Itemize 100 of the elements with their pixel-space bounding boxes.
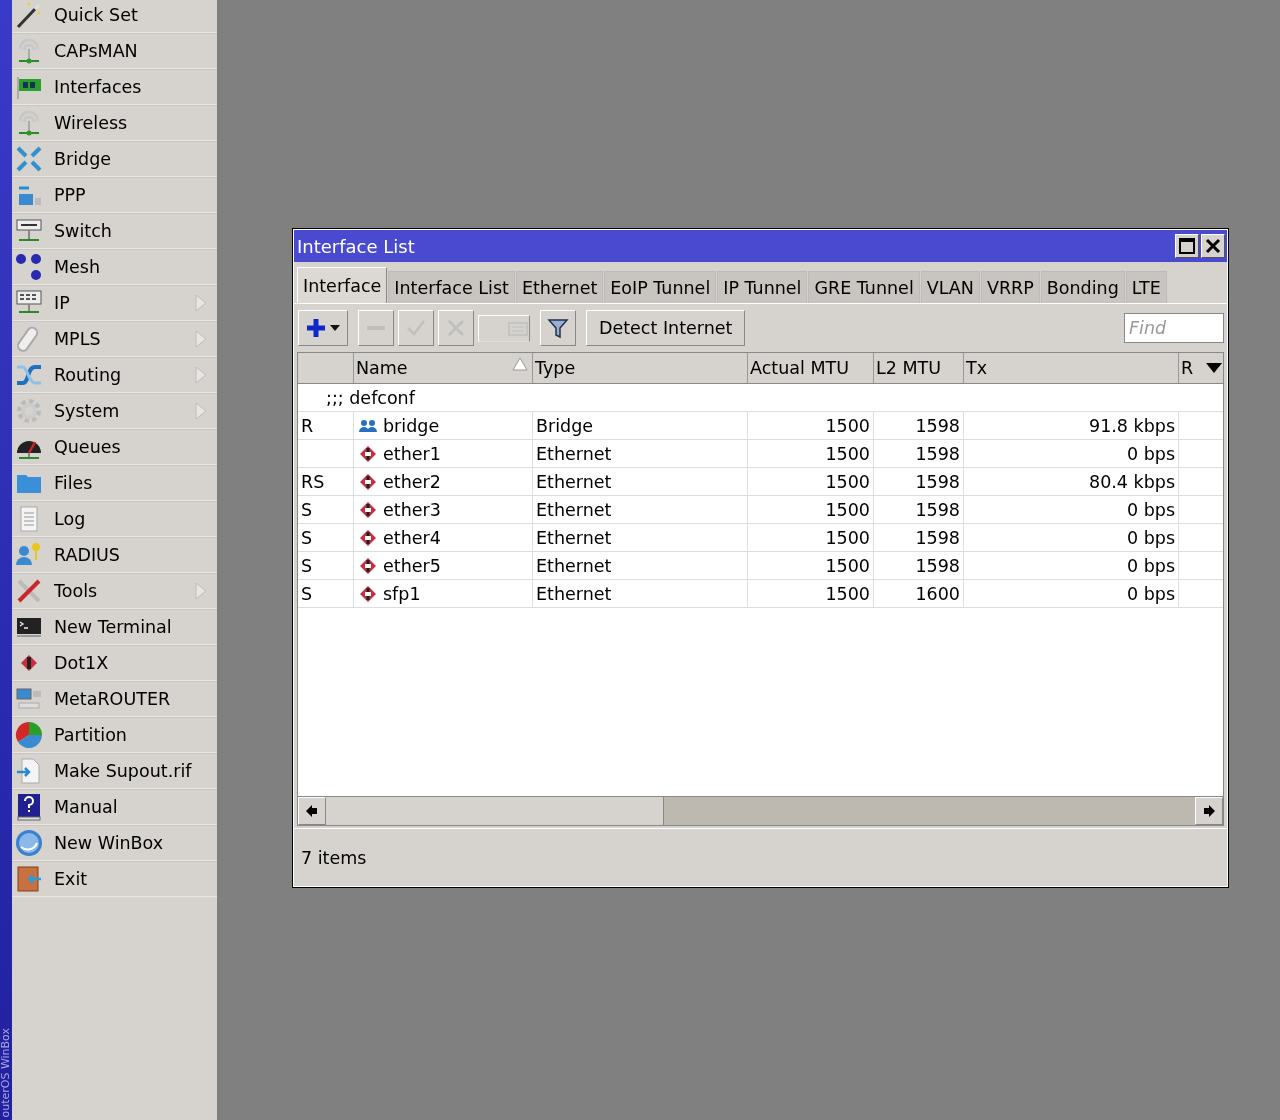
table-cell: 0 bps: [1126, 583, 1175, 604]
tab[interactable]: VRRP: [980, 271, 1040, 303]
table-cell: 1598: [915, 471, 960, 492]
plus-icon: [305, 317, 327, 339]
flag-cell: S: [301, 527, 313, 548]
menu-item[interactable]: Partition: [12, 717, 217, 753]
submenu-arrow-icon: [195, 294, 207, 312]
table-cell: bridge: [383, 415, 440, 436]
table-cell: 1500: [825, 443, 870, 464]
table-cell: 0 bps: [1126, 527, 1175, 548]
detect-internet-button[interactable]: Detect Internet: [586, 310, 746, 346]
column-header[interactable]: L2 MTU: [876, 358, 942, 378]
tab[interactable]: EoIP Tunnel: [604, 271, 717, 303]
flag-cell: S: [301, 583, 313, 604]
submenu-arrow-icon: [195, 366, 207, 384]
menu-item[interactable]: Mesh: [12, 249, 217, 285]
column-header[interactable]: R: [1181, 358, 1194, 378]
menu-item[interactable]: MetaROUTER: [12, 681, 217, 717]
menu-item[interactable]: Log: [12, 501, 217, 537]
tab[interactable]: GRE Tunnel: [808, 271, 920, 303]
menu-item[interactable]: MPLS: [12, 321, 217, 357]
menu-item[interactable]: Routing: [12, 357, 217, 393]
wand-icon: [15, 0, 43, 29]
find-field[interactable]: Find: [1124, 313, 1224, 343]
table-cell: 1500: [825, 415, 870, 436]
table-cell: 1500: [825, 583, 870, 604]
table-cell: 91.8 kbps: [1089, 415, 1175, 436]
table-cell: Ethernet: [536, 471, 612, 492]
scroll-right-button[interactable]: [1195, 797, 1223, 825]
port-icon: [359, 556, 377, 575]
exit-door-icon: [15, 864, 43, 893]
help-book-icon: [15, 792, 43, 821]
table-cell: ether1: [383, 443, 441, 464]
menu-item[interactable]: Quick Set: [12, 0, 217, 33]
comment-text: ;;; defconf: [326, 387, 415, 408]
menu-item[interactable]: Dot1X: [12, 645, 217, 681]
scroll-thumb[interactable]: [326, 797, 664, 825]
tab[interactable]: VLAN: [920, 271, 980, 303]
menu-item[interactable]: Wireless: [12, 105, 217, 141]
menu-item[interactable]: Files: [12, 465, 217, 501]
menu-item[interactable]: New WinBox: [12, 825, 217, 861]
submenu-arrow-icon: [195, 330, 207, 348]
table-cell: ether3: [383, 499, 441, 520]
dropdown-arrow-icon[interactable]: [1205, 362, 1223, 374]
column-header[interactable]: Actual MTU: [750, 358, 849, 378]
table-cell: 1598: [915, 499, 960, 520]
menu-item[interactable]: Bridge: [12, 141, 217, 177]
menu-item[interactable]: Exit: [12, 861, 217, 897]
table-cell: sfp1: [383, 583, 421, 604]
menu-item[interactable]: CAPsMAN: [12, 33, 217, 69]
column-header[interactable]: Name: [356, 358, 408, 378]
port-icon: [359, 528, 377, 547]
menu-item[interactable]: Interfaces: [12, 69, 217, 105]
sort-arrow-icon: [512, 357, 528, 371]
menu-item[interactable]: New Terminal: [12, 609, 217, 645]
tab[interactable]: Bonding: [1040, 271, 1125, 303]
menu-item[interactable]: RADIUS: [12, 537, 217, 573]
filter-icon: [547, 317, 569, 339]
maximize-button[interactable]: [1175, 234, 1199, 258]
table-cell: Ethernet: [536, 443, 612, 464]
tab[interactable]: LTE: [1125, 271, 1167, 303]
menu-item[interactable]: IP: [12, 285, 217, 321]
table-cell: ether5: [383, 555, 441, 576]
file-arrow-icon: [15, 756, 43, 785]
flag-cell: RS: [301, 471, 325, 492]
table-cell: 0 bps: [1126, 499, 1175, 520]
menu-item[interactable]: Queues: [12, 429, 217, 465]
port-icon: [359, 500, 377, 519]
table-cell: 0 bps: [1126, 443, 1175, 464]
table-cell: Ethernet: [536, 527, 612, 548]
scroll-left-button[interactable]: [298, 797, 326, 825]
port-icon: [359, 472, 377, 491]
tab[interactable]: Interface: [297, 267, 388, 303]
table-cell: 1500: [825, 471, 870, 492]
globe-icon: [15, 828, 43, 857]
gear-icon: [15, 396, 43, 425]
table-cell: Ethernet: [536, 499, 612, 520]
close-icon: [1205, 238, 1221, 254]
table-cell: ether2: [383, 471, 441, 492]
port-icon: [359, 584, 377, 603]
horizontal-scrollbar[interactable]: [298, 796, 1223, 825]
column-header[interactable]: Tx: [966, 358, 988, 378]
add-button[interactable]: [298, 310, 348, 346]
tab[interactable]: Ethernet: [515, 271, 604, 303]
table-cell: Bridge: [536, 415, 594, 436]
menu-item[interactable]: Manual: [12, 789, 217, 825]
menu-item[interactable]: PPP: [12, 177, 217, 213]
filter-button[interactable]: [540, 310, 576, 346]
status-text: 7 items: [301, 848, 367, 868]
menu-item[interactable]: Make Supout.rif: [12, 753, 217, 789]
menu-item[interactable]: Tools: [12, 573, 217, 609]
table-cell: Ethernet: [536, 555, 612, 576]
column-header[interactable]: Type: [535, 358, 576, 378]
menu-item[interactable]: System: [12, 393, 217, 429]
left-arrow-icon: [305, 804, 319, 818]
caret-icon: [329, 324, 341, 332]
menu-item[interactable]: Switch: [12, 213, 217, 249]
tab[interactable]: IP Tunnel: [717, 271, 808, 303]
close-button[interactable]: [1201, 234, 1225, 258]
tab[interactable]: Interface List: [388, 271, 515, 303]
